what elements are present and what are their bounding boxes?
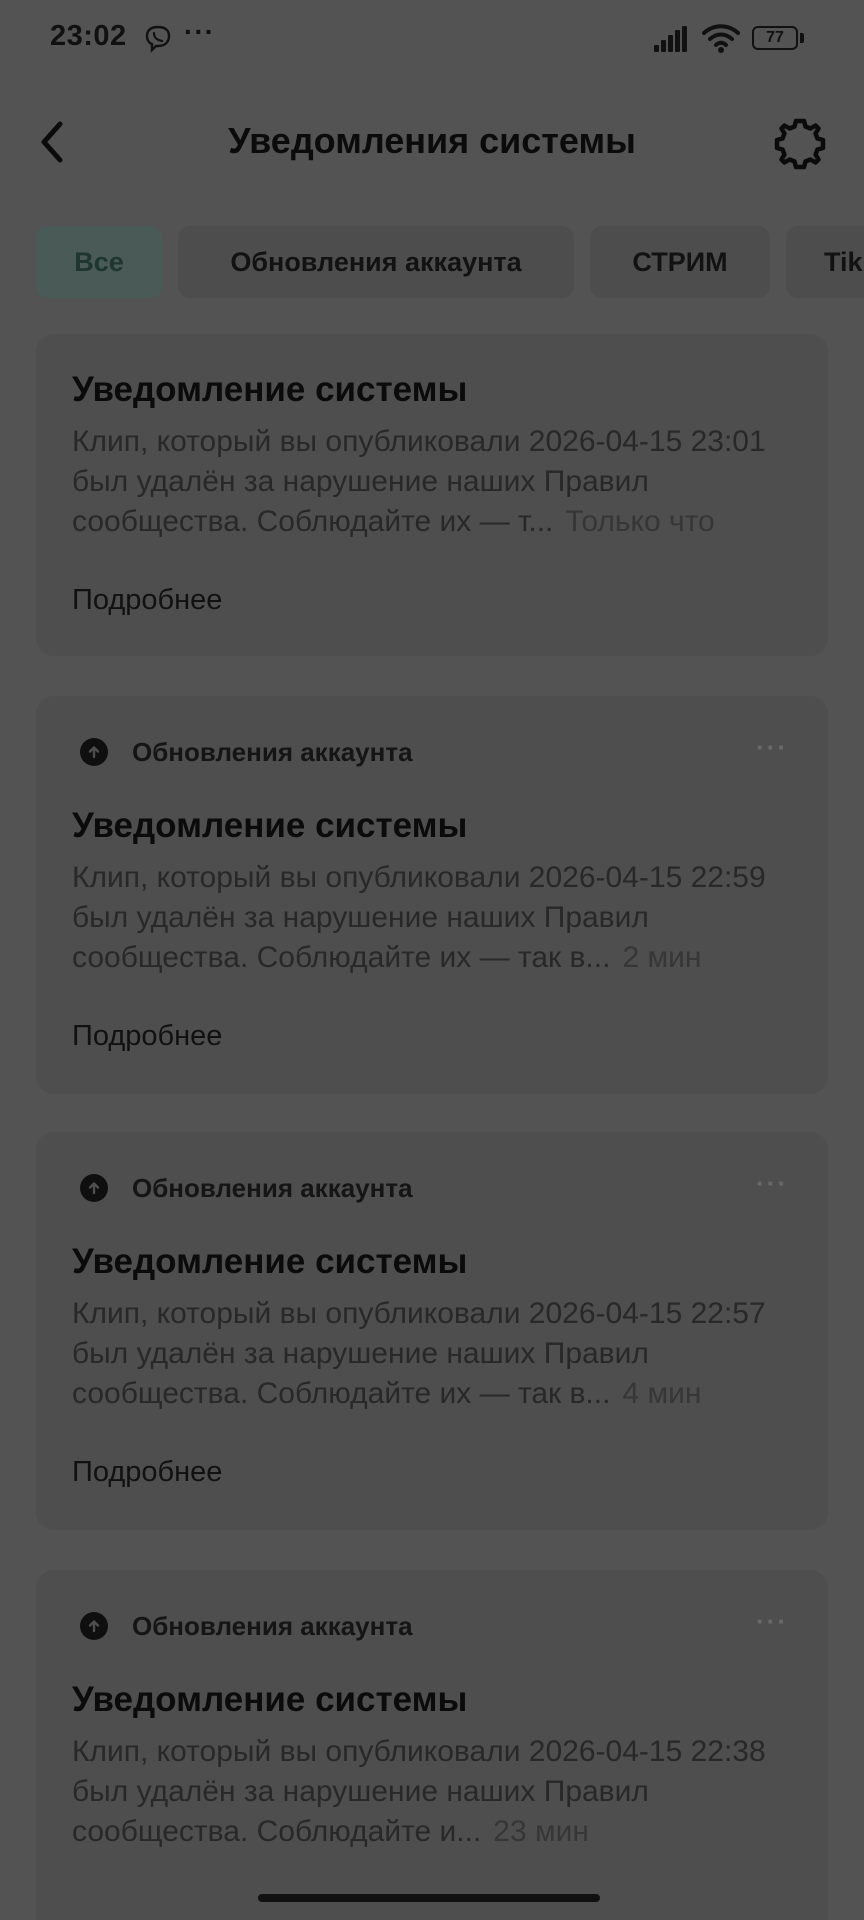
arrow-up-circle-icon <box>80 1612 108 1640</box>
category-label: Обновления аккаунта <box>132 736 413 767</box>
notification-category: Обновления аккаунта <box>80 1168 413 1208</box>
notification-card[interactable]: Обновления аккаунта ··· Уведомление сист… <box>36 1570 828 1920</box>
notification-category: Обновления аккаунта <box>80 1606 413 1646</box>
chevron-left-icon[interactable] <box>32 118 72 166</box>
page-title: Уведомления системы <box>228 120 636 161</box>
notification-time: Только что <box>565 505 715 538</box>
arrow-up-circle-icon <box>80 738 108 766</box>
notification-card[interactable]: Уведомление системы Клип, который вы опу… <box>36 334 828 656</box>
signal-icon <box>654 26 687 52</box>
details-link[interactable]: Подробнее <box>72 1456 222 1489</box>
details-link[interactable]: Подробнее <box>72 1020 222 1053</box>
notification-card[interactable]: Обновления аккаунта ··· Уведомление сист… <box>36 1132 828 1530</box>
battery-level: 77 <box>766 29 784 46</box>
tab-tiktok[interactable]: Tik <box>786 226 864 298</box>
notification-time: 2 мин <box>622 941 702 974</box>
status-more-icon: ··· <box>184 16 215 47</box>
tab-stream[interactable]: СТРИМ <box>590 226 770 298</box>
notification-time: 4 мин <box>622 1377 702 1410</box>
arrow-up-circle-icon <box>80 1174 108 1202</box>
more-options-icon[interactable]: ··· <box>756 1606 788 1637</box>
more-options-icon[interactable]: ··· <box>756 1168 788 1199</box>
filter-tabs: Все Обновления аккаунта СТРИМ Tik <box>0 226 864 300</box>
tab-all[interactable]: Все <box>36 226 162 298</box>
header: Уведомления системы <box>0 100 864 184</box>
details-link[interactable]: Подробнее <box>72 584 222 617</box>
notifications-screen: 23:02 ··· 77 Уведомления системы Все Обн… <box>0 0 864 1920</box>
notification-text: Клип, который вы опубликовали 2026-04-15… <box>72 1735 766 1848</box>
notification-body: Клип, который вы опубликовали 2026-04-15… <box>72 422 802 542</box>
category-label: Обновления аккаунта <box>132 1610 413 1641</box>
notification-body: Клип, который вы опубликовали 2026-04-15… <box>72 1732 772 1852</box>
viber-icon <box>145 25 171 53</box>
battery-icon: 77 <box>752 26 798 50</box>
wifi-icon <box>702 24 740 53</box>
notification-title: Уведомление системы <box>72 1242 468 1281</box>
notification-body: Клип, который вы опубликовали 2026-04-15… <box>72 858 802 978</box>
battery-tip <box>800 33 804 43</box>
gear-icon[interactable] <box>772 116 828 172</box>
notification-category: Обновления аккаунта <box>80 732 413 772</box>
notification-title: Уведомление системы <box>72 806 468 845</box>
notification-body: Клип, который вы опубликовали 2026-04-15… <box>72 1294 802 1414</box>
notification-title: Уведомление системы <box>72 370 468 409</box>
more-options-icon[interactable]: ··· <box>756 732 788 763</box>
notification-title: Уведомление системы <box>72 1680 468 1719</box>
status-time: 23:02 <box>50 20 127 52</box>
category-label: Обновления аккаунта <box>132 1172 413 1203</box>
status-bar: 23:02 ··· 77 <box>0 0 864 80</box>
notification-card[interactable]: Обновления аккаунта ··· Уведомление сист… <box>36 696 828 1094</box>
tab-account-updates[interactable]: Обновления аккаунта <box>178 226 574 298</box>
notification-time: 23 мин <box>493 1815 589 1848</box>
home-indicator[interactable] <box>258 1894 600 1902</box>
